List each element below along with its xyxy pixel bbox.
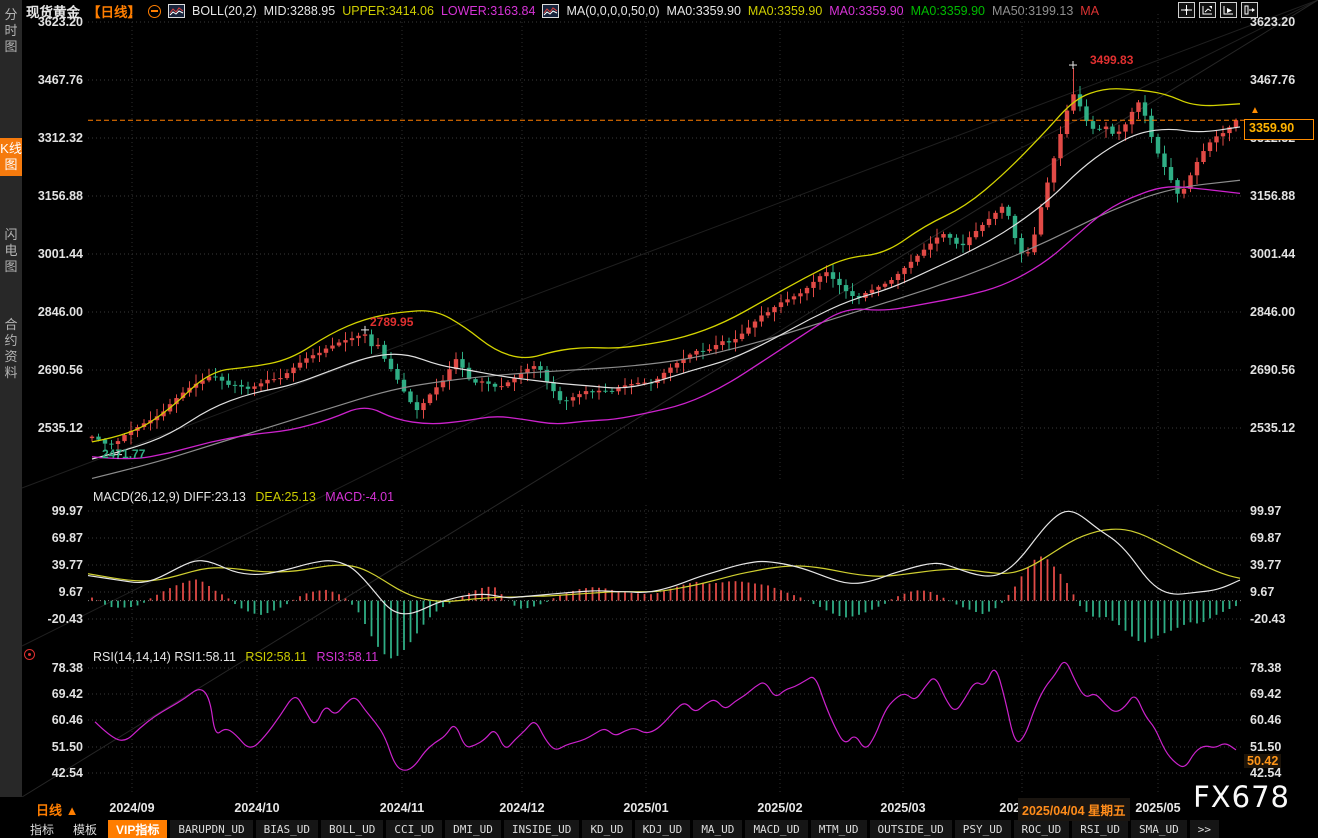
svg-text:3156.88: 3156.88 bbox=[38, 189, 83, 203]
svg-text:69.87: 69.87 bbox=[52, 531, 83, 545]
svg-text:3467.76: 3467.76 bbox=[1250, 73, 1295, 87]
date-label: 2024/10 bbox=[234, 801, 279, 815]
svg-text:69.42: 69.42 bbox=[1250, 687, 1281, 701]
candlesticks bbox=[90, 68, 1238, 452]
rsi-panel-header: RSI(14,14,14) RSI1:58.11 RSI2:58.11 RSI3… bbox=[93, 650, 378, 664]
price-up-arrow-icon: ▲ bbox=[1250, 105, 1260, 116]
svg-text:3623.20: 3623.20 bbox=[38, 15, 83, 29]
august-low-label: 2471.77 bbox=[102, 447, 145, 461]
svg-text:-20.43: -20.43 bbox=[48, 612, 83, 626]
grid-lines bbox=[22, 0, 1318, 797]
svg-text:3001.44: 3001.44 bbox=[1250, 247, 1295, 261]
svg-text:51.50: 51.50 bbox=[1250, 740, 1281, 754]
svg-text:60.46: 60.46 bbox=[52, 713, 83, 727]
svg-text:39.77: 39.77 bbox=[52, 558, 83, 572]
svg-text:3156.88: 3156.88 bbox=[1250, 189, 1295, 203]
toolbar-dmi-button[interactable]: DMI_UD bbox=[445, 820, 501, 838]
toolbar-template-button[interactable]: 模板 bbox=[65, 820, 105, 838]
toolbar-more-button[interactable]: >> bbox=[1190, 820, 1219, 838]
toolbar-inside-button[interactable]: INSIDE_UD bbox=[504, 820, 580, 838]
trading-app: 分时图 K线图 闪电图 合约资料 现货黄金 【日线】 BOLL(20,2) MI… bbox=[0, 0, 1318, 838]
rsi2-value: RSI2:58.11 bbox=[245, 650, 307, 664]
toolbar-kdj-button[interactable]: KDJ_UD bbox=[635, 820, 691, 838]
svg-text:-20.43: -20.43 bbox=[1250, 612, 1285, 626]
toolbar-macd-button[interactable]: MACD_UD bbox=[745, 820, 807, 838]
svg-text:2535.12: 2535.12 bbox=[1250, 421, 1295, 435]
toolbar-roc-button[interactable]: ROC_UD bbox=[1014, 820, 1070, 838]
toolbar-barupdn-button[interactable]: BARUPDN_UD bbox=[170, 820, 252, 838]
toolbar-sma-button[interactable]: SMA_UD bbox=[1131, 820, 1187, 838]
svg-text:42.54: 42.54 bbox=[1250, 766, 1281, 780]
svg-text:42.54: 42.54 bbox=[52, 766, 83, 780]
svg-text:2846.00: 2846.00 bbox=[1250, 305, 1295, 319]
toolbar-vip-indicator-button[interactable]: VIP指标 bbox=[108, 820, 167, 838]
svg-text:3623.20: 3623.20 bbox=[1250, 15, 1295, 29]
date-label: 2025/05 bbox=[1135, 801, 1180, 815]
svg-text:99.97: 99.97 bbox=[52, 504, 83, 518]
svg-text:60.46: 60.46 bbox=[1250, 713, 1281, 727]
period-selector[interactable]: 日线 ▲ bbox=[36, 800, 78, 819]
svg-text:2690.56: 2690.56 bbox=[38, 363, 83, 377]
rsi-title: RSI(14,14,14) bbox=[93, 650, 171, 664]
svg-text:9.67: 9.67 bbox=[59, 585, 83, 599]
svg-text:69.87: 69.87 bbox=[1250, 531, 1281, 545]
svg-text:2846.00: 2846.00 bbox=[38, 305, 83, 319]
date-label: 2024/12 bbox=[499, 801, 544, 815]
svg-text:9.67: 9.67 bbox=[1250, 585, 1274, 599]
indicator-alert-icon[interactable] bbox=[24, 649, 35, 660]
svg-text:39.77: 39.77 bbox=[1250, 558, 1281, 572]
svg-text:3001.44: 3001.44 bbox=[38, 247, 83, 261]
macd-value: MACD:-4.01 bbox=[325, 490, 394, 504]
toolbar-psy-button[interactable]: PSY_UD bbox=[955, 820, 1011, 838]
macd-diff-value: DIFF:23.13 bbox=[183, 490, 246, 504]
indicator-toolbar: 指标 模板 VIP指标 BARUPDN_UD BIAS_UD BOLL_UD C… bbox=[0, 820, 1318, 838]
svg-text:2535.12: 2535.12 bbox=[38, 421, 83, 435]
svg-text:3312.32: 3312.32 bbox=[38, 131, 83, 145]
toolbar-ma-button[interactable]: MA_UD bbox=[693, 820, 742, 838]
toolbar-rsi-button[interactable]: RSI_UD bbox=[1072, 820, 1128, 838]
toolbar-indicator-button[interactable]: 指标 bbox=[22, 820, 62, 838]
toolbar-mtm-button[interactable]: MTM_UD bbox=[811, 820, 867, 838]
peak-price-label: 3499.83 bbox=[1090, 53, 1133, 67]
toolbar-bias-button[interactable]: BIAS_UD bbox=[256, 820, 318, 838]
svg-text:2690.56: 2690.56 bbox=[1250, 363, 1295, 377]
rsi3-value: RSI3:58.11 bbox=[317, 650, 379, 664]
svg-text:69.42: 69.42 bbox=[52, 687, 83, 701]
overlay-ma-lines bbox=[92, 89, 1240, 479]
rsi1-value: RSI1:58.11 bbox=[174, 650, 236, 664]
toolbar-cci-button[interactable]: CCI_UD bbox=[386, 820, 442, 838]
svg-text:78.38: 78.38 bbox=[52, 661, 83, 675]
svg-text:99.97: 99.97 bbox=[1250, 504, 1281, 518]
date-tooltip: 2025/04/04 星期五 bbox=[1018, 798, 1130, 821]
svg-text:51.50: 51.50 bbox=[52, 740, 83, 754]
macd-dea-value: DEA:25.13 bbox=[255, 490, 315, 504]
macd-title: MACD(26,12,9) bbox=[93, 490, 180, 504]
toolbar-boll-button[interactable]: BOLL_UD bbox=[321, 820, 383, 838]
october-high-label: 2789.95 bbox=[370, 315, 413, 329]
date-label: 2024/11 bbox=[380, 801, 425, 815]
svg-text:78.38: 78.38 bbox=[1250, 661, 1281, 675]
current-price-tag: 3359.90 bbox=[1244, 119, 1314, 140]
rsi-current-tag: 50.42 bbox=[1244, 754, 1281, 768]
brand-watermark: FX678 bbox=[1193, 780, 1290, 814]
svg-text:3467.76: 3467.76 bbox=[38, 73, 83, 87]
toolbar-outside-button[interactable]: OUTSIDE_UD bbox=[870, 820, 952, 838]
macd-panel-header: MACD(26,12,9) DIFF:23.13 DEA:25.13 MACD:… bbox=[93, 490, 394, 504]
date-label: 2025/02 bbox=[757, 801, 802, 815]
date-label: 2025/03 bbox=[880, 801, 925, 815]
date-axis: 日线 ▲ 2024/09 2024/10 2024/11 2024/12 202… bbox=[0, 797, 1318, 820]
toolbar-kd-button[interactable]: KD_UD bbox=[582, 820, 631, 838]
rsi-line bbox=[95, 662, 1236, 770]
date-label: 2025/01 bbox=[623, 801, 668, 815]
main-chart-canvas[interactable]: 3623.203623.203467.763467.763312.323312.… bbox=[0, 0, 1318, 797]
date-label: 2024/09 bbox=[109, 801, 154, 815]
